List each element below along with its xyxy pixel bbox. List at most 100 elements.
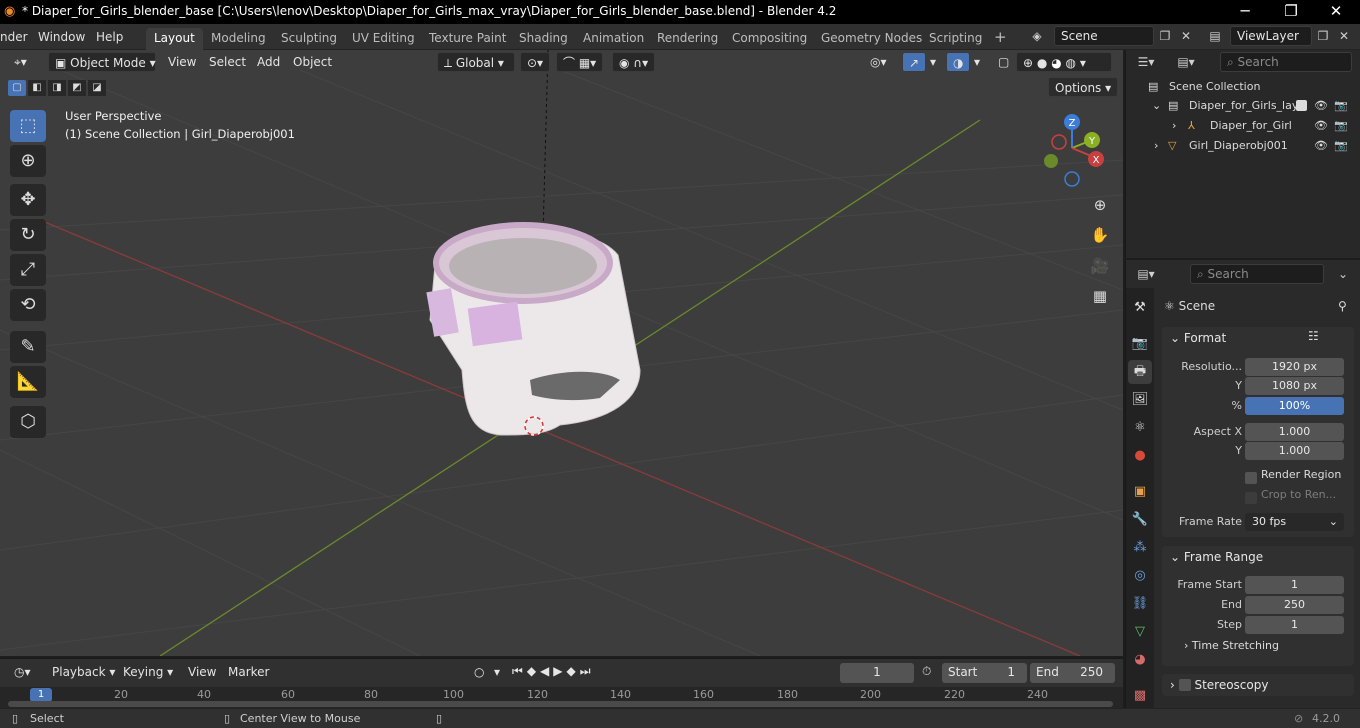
play-icon[interactable]: ▶ bbox=[553, 664, 566, 678]
tab-texture-paint[interactable]: Texture Paint bbox=[421, 28, 514, 50]
overlay-toggle-icon[interactable]: ◑ bbox=[946, 52, 971, 72]
eye-icon[interactable]: 👁 bbox=[1314, 136, 1328, 156]
timeline-menu-view[interactable]: View bbox=[182, 662, 222, 682]
outliner-editor-type-icon[interactable]: ☰▾ bbox=[1136, 52, 1156, 72]
resolution-x-field[interactable]: 1920 px bbox=[1245, 358, 1344, 376]
transform-tool-icon[interactable]: ⟲ bbox=[10, 289, 46, 321]
overlay-dropdown-icon[interactable]: ▾ bbox=[968, 52, 986, 72]
shading-modes[interactable]: ⊕ ● ◕ ◍ ▾ bbox=[1016, 52, 1112, 72]
aspect-x-field[interactable]: 1.000 bbox=[1245, 423, 1344, 441]
add-cube-tool-icon[interactable]: ⬡ bbox=[10, 406, 46, 438]
end-frame-field[interactable]: End 250 bbox=[1030, 663, 1115, 683]
physics-tab-icon[interactable]: ◎ bbox=[1128, 564, 1152, 588]
visibility-icon[interactable]: ◎▾ bbox=[864, 52, 893, 72]
current-frame-field[interactable]: 1 bbox=[840, 663, 914, 683]
stopwatch-icon[interactable]: ⏱ bbox=[922, 664, 931, 679]
delete-scene-icon[interactable]: ✕ bbox=[1176, 26, 1196, 46]
timeline-menu-keying[interactable]: Keying ▾ bbox=[117, 662, 179, 682]
properties-options-icon[interactable]: ⌄ bbox=[1333, 264, 1353, 284]
start-frame-field[interactable]: Start 1 bbox=[942, 663, 1027, 683]
tool-tab-icon[interactable]: ⚒ bbox=[1128, 296, 1152, 320]
jump-start-icon[interactable]: ⏮ bbox=[512, 664, 527, 678]
solid-shading-icon[interactable]: ● bbox=[1037, 56, 1047, 70]
proportional-edit-icon[interactable]: ◉ ∩▾ bbox=[612, 52, 656, 72]
editor-type-icon[interactable]: ⌖▾ bbox=[8, 52, 33, 72]
outliner-row-armature[interactable]: › ⅄ Diaper_for_Girls 👁 📷 bbox=[1126, 116, 1360, 136]
texture-tab-icon[interactable]: ▩ bbox=[1128, 684, 1152, 708]
output-tab-icon[interactable]: 🖶 bbox=[1128, 360, 1152, 384]
stereoscopy-panel[interactable]: › Stereoscopy bbox=[1162, 674, 1354, 696]
menu-add[interactable]: Add bbox=[251, 52, 286, 72]
tab-uv-editing[interactable]: UV Editing bbox=[344, 28, 423, 50]
outliner-row-object[interactable]: › ▽ Girl_Diaperobj001 👁 📷 bbox=[1126, 136, 1360, 156]
jump-keyframe-forward-icon[interactable]: ◆ bbox=[567, 664, 580, 678]
select-new-icon[interactable]: ▢ bbox=[8, 80, 26, 96]
outliner-row-scene-collection[interactable]: ▤ Scene Collection bbox=[1126, 77, 1360, 97]
menu-window[interactable]: Window bbox=[38, 28, 85, 46]
view-layer-tab-icon[interactable]: 🖼 bbox=[1128, 388, 1152, 412]
close-button[interactable]: ✕ bbox=[1313, 0, 1359, 24]
keying-set-icon[interactable]: ▾ bbox=[488, 662, 506, 682]
wireframe-shading-icon[interactable]: ⊕ bbox=[1023, 56, 1033, 70]
transform-orientation-selector[interactable]: ⟂ Global ▾ bbox=[437, 52, 515, 72]
gizmo-dropdown-icon[interactable]: ▾ bbox=[924, 52, 942, 72]
stereoscopy-panel-header[interactable]: › Stereoscopy bbox=[1162, 674, 1354, 696]
new-scene-icon[interactable]: ❐ bbox=[1155, 26, 1175, 46]
scene-tab-icon[interactable]: ⚛ bbox=[1128, 416, 1152, 440]
crop-to-render-checkbox[interactable] bbox=[1245, 492, 1257, 504]
aspect-y-field[interactable]: 1.000 bbox=[1245, 442, 1344, 460]
select-subtract-icon[interactable]: ◨ bbox=[48, 80, 66, 96]
menu-render[interactable]: nder bbox=[0, 28, 28, 46]
xray-icon[interactable]: ▢ bbox=[992, 52, 1015, 72]
play-reverse-icon[interactable]: ◀ bbox=[540, 664, 553, 678]
snap-icon[interactable]: ⌒ ▦▾ bbox=[556, 52, 604, 72]
maximize-button[interactable]: ❐ bbox=[1268, 0, 1314, 24]
tab-shading[interactable]: Shading bbox=[511, 28, 576, 50]
select-invert-icon[interactable]: ◩ bbox=[68, 80, 86, 96]
timeline-scrollbar[interactable] bbox=[8, 701, 1113, 707]
display-mode-icon[interactable]: ▤▾ bbox=[1176, 52, 1196, 72]
pin-icon[interactable]: ⚲ bbox=[1338, 296, 1347, 316]
playhead[interactable]: 1 bbox=[30, 688, 52, 702]
viewlayer-selector[interactable]: ViewLayer bbox=[1230, 26, 1312, 46]
material-shading-icon[interactable]: ◕ bbox=[1051, 56, 1061, 70]
resolution-y-field[interactable]: 1080 px bbox=[1245, 377, 1344, 395]
tab-scripting[interactable]: Scripting bbox=[921, 28, 990, 50]
rotate-tool-icon[interactable]: ↻ bbox=[10, 219, 46, 251]
timeline-menu-playback[interactable]: Playback ▾ bbox=[46, 662, 121, 682]
render-region-checkbox[interactable] bbox=[1245, 472, 1257, 484]
presets-list-icon[interactable]: ☷ bbox=[1308, 329, 1319, 343]
menu-object[interactable]: Object bbox=[287, 52, 338, 72]
frame-step-field[interactable]: 1 bbox=[1245, 616, 1344, 634]
gizmo-toggle-icon[interactable]: ↗ bbox=[902, 52, 927, 72]
menu-select[interactable]: Select bbox=[203, 52, 252, 72]
annotate-tool-icon[interactable]: ✎ bbox=[10, 331, 46, 363]
timeline-ruler[interactable]: 1 20 40 60 80 100 120 140 160 180 200 22… bbox=[0, 687, 1123, 709]
time-stretching-subpanel[interactable]: › Time Stretching bbox=[1184, 639, 1279, 652]
properties-editor-type-icon[interactable]: ▤▾ bbox=[1136, 264, 1156, 284]
camera-view-icon[interactable]: 🎥 bbox=[1088, 254, 1112, 278]
tab-layout[interactable]: Layout bbox=[146, 28, 203, 50]
tab-animation[interactable]: Animation bbox=[575, 28, 652, 50]
pan-hand-icon[interactable]: ✋ bbox=[1088, 223, 1112, 247]
options-button[interactable]: Options ▾ bbox=[1048, 77, 1118, 97]
3d-viewport[interactable]: ⌖▾ ▣ Object Mode ▾ View Select Add Objec… bbox=[0, 50, 1123, 656]
cursor-tool-icon[interactable]: ⊕ bbox=[10, 145, 46, 177]
world-tab-icon[interactable]: ● bbox=[1128, 444, 1152, 468]
tab-sculpting[interactable]: Sculpting bbox=[273, 28, 345, 50]
render-camera-icon[interactable]: 📷 bbox=[1334, 116, 1348, 136]
material-tab-icon[interactable]: ◕ bbox=[1128, 648, 1152, 672]
object-tab-icon[interactable]: ▣ bbox=[1128, 480, 1152, 504]
minimize-button[interactable]: ─ bbox=[1222, 0, 1268, 24]
render-camera-icon[interactable]: 📷 bbox=[1334, 96, 1348, 116]
mode-selector[interactable]: ▣ Object Mode ▾ bbox=[48, 52, 156, 72]
select-intersect-icon[interactable]: ◪ bbox=[88, 80, 106, 96]
frame-rate-dropdown[interactable]: 30 fps ⌄ bbox=[1245, 513, 1344, 531]
tab-rendering[interactable]: Rendering bbox=[649, 28, 726, 50]
data-tab-icon[interactable]: ▽ bbox=[1128, 620, 1152, 644]
expand-right-icon[interactable]: › bbox=[1154, 136, 1158, 156]
jump-keyframe-back-icon[interactable]: ◆ bbox=[527, 664, 540, 678]
expand-right-icon[interactable]: › bbox=[1172, 116, 1176, 136]
properties-search-input[interactable]: ⌕ Search bbox=[1190, 264, 1324, 284]
format-panel-header[interactable]: ⌄ Format bbox=[1162, 327, 1354, 349]
